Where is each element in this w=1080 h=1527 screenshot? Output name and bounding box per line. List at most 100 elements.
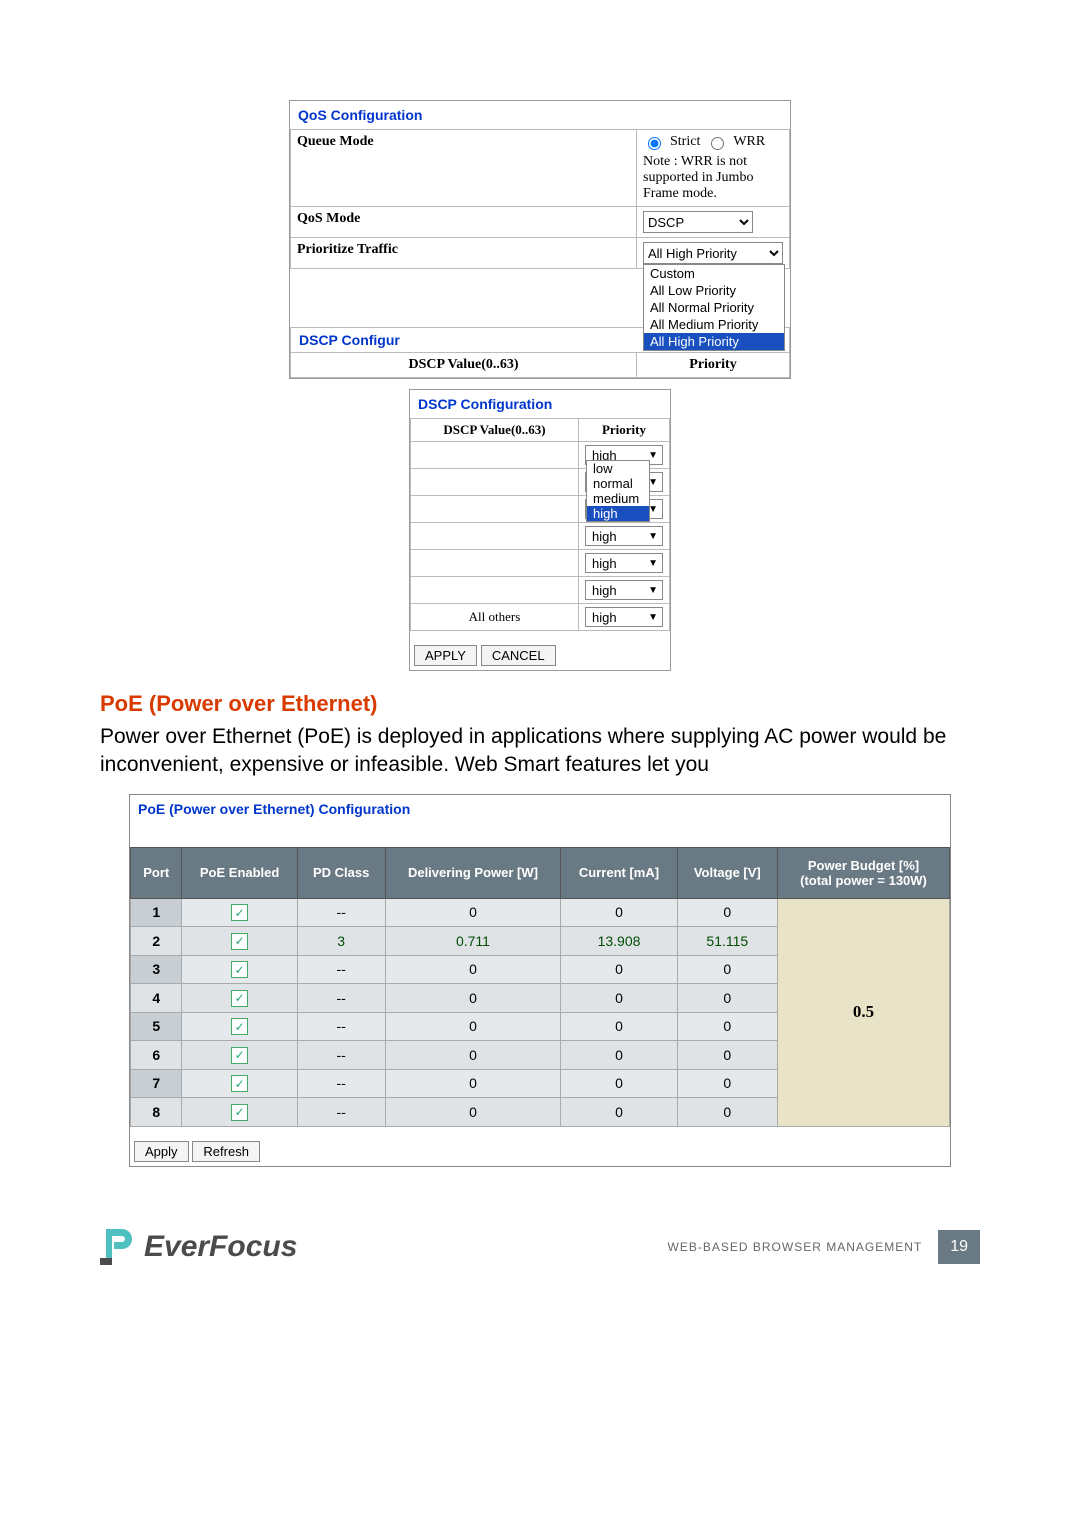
dscp-priority-th: Priority — [579, 419, 670, 442]
cell-port: 3 — [131, 955, 182, 984]
cell-power: 0.711 — [385, 927, 561, 956]
th-power: Delivering Power [W] — [385, 847, 561, 898]
cell-port: 1 — [131, 898, 182, 927]
prioritize-select[interactable]: All High Priority — [643, 242, 783, 264]
cell-enabled: ✓ — [182, 898, 297, 927]
dscp-row-value — [411, 550, 579, 577]
queue-mode-wrr-radio[interactable] — [711, 137, 724, 150]
cell-current: 0 — [561, 1041, 677, 1070]
th-enabled: PoE Enabled — [182, 847, 297, 898]
cell-port: 7 — [131, 1069, 182, 1098]
option-high[interactable]: high — [587, 506, 649, 521]
poe-enabled-checkbox[interactable]: ✓ — [231, 904, 248, 921]
cell-voltage: 0 — [677, 984, 777, 1013]
priority-select-3[interactable]: high▼ — [585, 526, 663, 546]
cell-budget: 0.5 — [778, 898, 950, 1126]
cell-voltage: 0 — [677, 1012, 777, 1041]
cell-current: 13.908 — [561, 927, 677, 956]
option-medium[interactable]: medium — [587, 491, 649, 506]
qos-mode-label: QoS Mode — [291, 207, 637, 238]
priority-header: Priority — [637, 353, 790, 378]
cell-port: 5 — [131, 1012, 182, 1041]
cell-enabled: ✓ — [182, 927, 297, 956]
poe-enabled-checkbox[interactable]: ✓ — [231, 1075, 248, 1092]
apply-button[interactable]: APPLY — [414, 645, 477, 666]
poe-enabled-checkbox[interactable]: ✓ — [231, 961, 248, 978]
cell-power: 0 — [385, 984, 561, 1013]
option-low[interactable]: All Low Priority — [644, 282, 784, 299]
priority-select-4[interactable]: high▼ — [585, 553, 663, 573]
cell-pdclass: -- — [297, 984, 385, 1013]
dscp-value-header: DSCP Value(0..63) — [291, 353, 637, 378]
cell-voltage: 0 — [677, 1041, 777, 1070]
cell-enabled: ✓ — [182, 984, 297, 1013]
prioritize-label: Prioritize Traffic — [291, 238, 637, 269]
cell-pdclass: -- — [297, 898, 385, 927]
option-custom[interactable]: Custom — [644, 265, 784, 282]
poe-refresh-button[interactable]: Refresh — [192, 1141, 260, 1162]
th-voltage: Voltage [V] — [677, 847, 777, 898]
table-row: 1✓--0000.5 — [131, 898, 950, 927]
th-current: Current [mA] — [561, 847, 677, 898]
page-footer: EverFocus WEB-BASED BROWSER MANAGEMENT 1… — [100, 1227, 980, 1267]
cell-current: 0 — [561, 1012, 677, 1041]
option-high[interactable]: All High Priority — [644, 333, 784, 350]
dscp-row-value — [411, 523, 579, 550]
dscp-row-value — [411, 496, 579, 523]
dscp-config-panel: DSCP Configuration DSCP Value(0..63) Pri… — [409, 389, 671, 671]
cancel-button[interactable]: CANCEL — [481, 645, 556, 666]
dscp-row-value — [411, 442, 579, 469]
cell-voltage: 51.115 — [677, 927, 777, 956]
cell-power: 0 — [385, 955, 561, 984]
queue-mode-label: Queue Mode — [291, 130, 637, 207]
option-normal[interactable]: normal — [587, 476, 649, 491]
prioritize-options-list: Custom All Low Priority All Normal Prior… — [643, 264, 785, 351]
dscp-row-value — [411, 577, 579, 604]
cell-voltage: 0 — [677, 1098, 777, 1127]
dscp-row-all-others: All others — [411, 604, 579, 631]
cell-port: 8 — [131, 1098, 182, 1127]
cell-port: 4 — [131, 984, 182, 1013]
poe-config-panel: PoE (Power over Ethernet) Configuration … — [129, 794, 951, 1167]
cell-enabled: ✓ — [182, 955, 297, 984]
poe-body-text: Power over Ethernet (PoE) is deployed in… — [100, 723, 980, 780]
cell-pdclass: -- — [297, 1069, 385, 1098]
poe-apply-button[interactable]: Apply — [134, 1141, 189, 1162]
cell-current: 0 — [561, 898, 677, 927]
wrr-note: Note : WRR is not supported in Jumbo Fra… — [643, 154, 783, 202]
chevron-down-icon: ▼ — [648, 585, 658, 596]
option-medium[interactable]: All Medium Priority — [644, 316, 784, 333]
brand: EverFocus — [100, 1227, 297, 1267]
cell-current: 0 — [561, 984, 677, 1013]
poe-heading: PoE (Power over Ethernet) — [100, 691, 980, 717]
chevron-down-icon: ▼ — [648, 450, 658, 461]
poe-enabled-checkbox[interactable]: ✓ — [231, 933, 248, 950]
option-low[interactable]: low — [587, 461, 649, 476]
priority-select-5[interactable]: high▼ — [585, 580, 663, 600]
cell-current: 0 — [561, 955, 677, 984]
th-pdclass: PD Class — [297, 847, 385, 898]
wrr-label: WRR — [733, 134, 765, 150]
cell-voltage: 0 — [677, 955, 777, 984]
dscp-row-value — [411, 469, 579, 496]
cell-pdclass: -- — [297, 955, 385, 984]
cell-power: 0 — [385, 1041, 561, 1070]
option-normal[interactable]: All Normal Priority — [644, 299, 784, 316]
cell-power: 0 — [385, 898, 561, 927]
poe-enabled-checkbox[interactable]: ✓ — [231, 990, 248, 1007]
queue-mode-strict-radio[interactable] — [648, 137, 661, 150]
poe-enabled-checkbox[interactable]: ✓ — [231, 1047, 248, 1064]
dscp-configur-trunc: DSCP Configur — [291, 328, 408, 352]
page-number: 19 — [938, 1230, 980, 1264]
poe-title: PoE (Power over Ethernet) Configuration — [130, 795, 950, 823]
cell-pdclass: -- — [297, 1012, 385, 1041]
cell-pdclass: 3 — [297, 927, 385, 956]
cell-power: 0 — [385, 1098, 561, 1127]
priority-select-6[interactable]: high▼ — [585, 607, 663, 627]
cell-power: 0 — [385, 1012, 561, 1041]
poe-enabled-checkbox[interactable]: ✓ — [231, 1104, 248, 1121]
qos-config-panel: QoS Configuration Queue Mode Strict WRR … — [289, 100, 791, 379]
cell-power: 0 — [385, 1069, 561, 1098]
qos-mode-select[interactable]: DSCP — [643, 211, 753, 233]
poe-enabled-checkbox[interactable]: ✓ — [231, 1018, 248, 1035]
